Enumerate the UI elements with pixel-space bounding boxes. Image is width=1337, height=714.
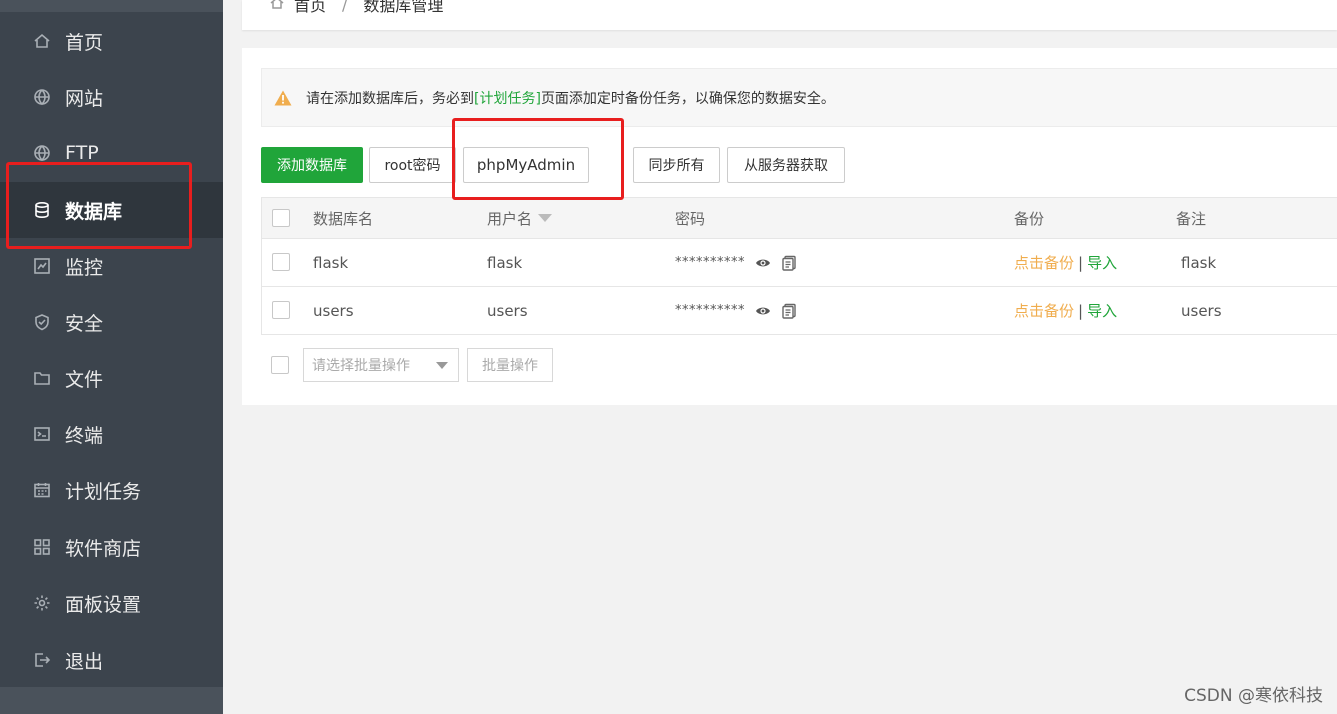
password-masked: **********: [675, 303, 745, 318]
sidebar-item-label: 首页: [65, 31, 104, 54]
watermark: CSDN @寒依科技: [1184, 686, 1323, 706]
select-all-checkbox[interactable]: [272, 209, 290, 227]
header-password: 密码: [675, 209, 706, 228]
header-username[interactable]: 用户名: [487, 198, 553, 238]
row-note[interactable]: flask: [1181, 239, 1216, 286]
breadcrumb: 首页 / 数据库管理: [270, 0, 443, 16]
row-backup: 点击备份 | 导入: [1014, 239, 1117, 286]
highlight-box-phpmyadmin: [452, 118, 624, 200]
row-password: **********: [675, 239, 797, 286]
import-link[interactable]: 导入: [1087, 252, 1117, 273]
table-row: flask flask ********** 点击备份 | 导入 flask: [261, 239, 1337, 287]
copy-icon[interactable]: [781, 303, 797, 319]
separator: |: [1078, 301, 1084, 320]
sidebar-item-label: 文件: [65, 368, 104, 391]
calendar-icon: [32, 480, 52, 500]
password-masked: **********: [675, 255, 745, 270]
sidebar-bottom-strip: [0, 687, 223, 714]
batch-select-all-checkbox[interactable]: [271, 356, 289, 374]
sidebar-item-label: 网站: [65, 87, 104, 110]
sidebar-item-cron[interactable]: 计划任务: [0, 462, 223, 518]
sidebar-item-logout[interactable]: 退出: [0, 632, 223, 688]
sidebar-item-settings[interactable]: 面板设置: [0, 575, 223, 631]
sidebar-item-label: 面板设置: [65, 593, 142, 616]
breadcrumb-home[interactable]: 首页: [294, 0, 326, 16]
batch-operation-select[interactable]: 请选择批量操作: [303, 348, 459, 382]
root-password-button[interactable]: root密码: [369, 147, 456, 183]
highlight-box-database: [6, 162, 192, 249]
row-username: users: [487, 301, 528, 320]
breadcrumb-separator: /: [342, 0, 348, 14]
fetch-from-server-button[interactable]: 从服务器获取: [727, 147, 845, 183]
sidebar-item-label: 监控: [65, 256, 104, 279]
sidebar-item-label: 终端: [65, 424, 104, 447]
grid-icon: [32, 537, 52, 557]
notice-text-before: 请在添加数据库后，务必到: [306, 90, 474, 107]
sidebar-item-label: 计划任务: [65, 480, 142, 503]
logout-icon: [32, 650, 52, 670]
header-username-label: 用户名: [487, 209, 533, 228]
home-icon: [270, 0, 284, 14]
backup-link[interactable]: 点击备份: [1014, 300, 1074, 321]
separator: |: [1078, 253, 1084, 272]
database-panel: 请在添加数据库后，务必到 [计划任务] 页面添加定时备份任务，以确保您的数据安全。 …: [242, 48, 1337, 405]
sync-all-button[interactable]: 同步所有: [633, 147, 720, 183]
monitor-icon: [32, 256, 52, 276]
row-checkbox[interactable]: [272, 301, 290, 319]
add-database-button[interactable]: 添加数据库: [261, 147, 363, 183]
home-icon: [32, 31, 52, 51]
sidebar-item-label: 软件商店: [65, 537, 142, 560]
eye-icon[interactable]: [755, 303, 771, 319]
eye-icon[interactable]: [755, 255, 771, 271]
row-note[interactable]: users: [1181, 287, 1222, 334]
copy-icon[interactable]: [781, 255, 797, 271]
gear-icon: [32, 593, 52, 613]
header-backup: 备份: [1014, 209, 1045, 228]
sidebar-item-files[interactable]: 文件: [0, 350, 223, 406]
sort-down-icon: [538, 214, 553, 222]
row-checkbox[interactable]: [272, 253, 290, 271]
globe-icon: [32, 87, 52, 107]
import-link[interactable]: 导入: [1087, 300, 1117, 321]
header-db-name: 数据库名: [313, 209, 374, 228]
table-row: users users ********** 点击备份 | 导入 users: [261, 287, 1337, 335]
sidebar-item-terminal[interactable]: 终端: [0, 406, 223, 462]
sidebar-item-label: FTP: [65, 142, 99, 164]
sidebar-item-label: 退出: [65, 650, 104, 673]
sidebar-item-store[interactable]: 软件商店: [0, 519, 223, 575]
backup-link[interactable]: 点击备份: [1014, 252, 1074, 273]
row-db-name: users: [313, 301, 354, 320]
sidebar-item-website[interactable]: 网站: [0, 69, 223, 125]
row-username: flask: [487, 253, 523, 272]
sidebar-item-security[interactable]: 安全: [0, 294, 223, 350]
notice-text-after: 页面添加定时备份任务，以确保您的数据安全。: [540, 90, 835, 107]
shield-icon: [32, 312, 52, 332]
row-backup: 点击备份 | 导入: [1014, 287, 1117, 334]
header-note: 备注: [1176, 209, 1207, 228]
sidebar: 首页 网站 FTP 数据库 监控 安全 文件 终端 计划任务 软件商店 面板设置: [0, 0, 223, 714]
sidebar-top-strip: [0, 0, 223, 12]
row-password: **********: [675, 287, 797, 334]
sidebar-item-label: 安全: [65, 312, 104, 335]
row-db-name: flask: [313, 253, 349, 272]
breadcrumb-current: 数据库管理: [363, 0, 444, 15]
backup-notice: 请在添加数据库后，务必到 [计划任务] 页面添加定时备份任务，以确保您的数据安全。: [261, 68, 1337, 127]
breadcrumb-bar: 首页 / 数据库管理: [242, 0, 1337, 30]
ftp-globe-icon: [32, 143, 52, 163]
batch-operation-button[interactable]: 批量操作: [467, 348, 553, 382]
notice-cron-link[interactable]: [计划任务]: [474, 88, 541, 108]
warning-icon: [274, 90, 292, 105]
table-header: 数据库名 用户名 密码 备份 备注: [261, 197, 1337, 239]
chevron-down-icon: [436, 362, 448, 369]
batch-select-placeholder: 请选择批量操作: [312, 358, 410, 374]
terminal-icon: [32, 424, 52, 444]
sidebar-item-home[interactable]: 首页: [0, 13, 223, 69]
folder-icon: [32, 368, 52, 388]
